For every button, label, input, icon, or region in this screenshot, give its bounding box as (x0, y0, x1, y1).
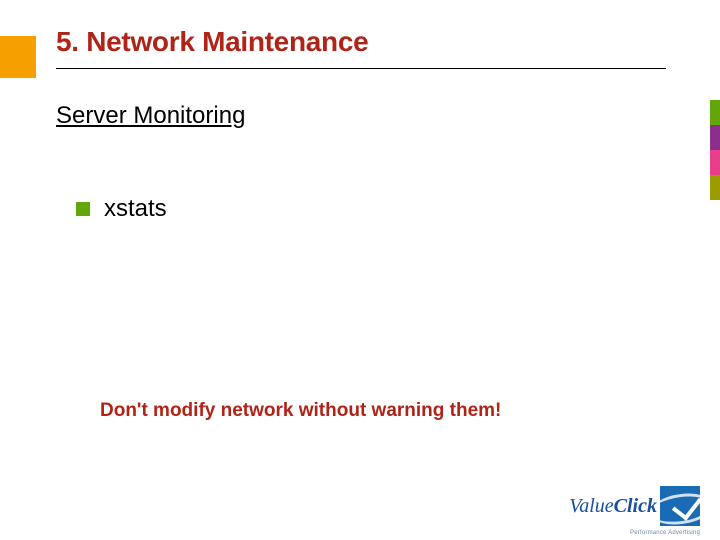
logo-click-text: Click (614, 495, 657, 518)
logo-checkmark-icon (672, 489, 700, 521)
stripe-green (710, 100, 720, 125)
bullet-text: xstats (104, 195, 167, 223)
title-underline (56, 68, 666, 69)
stripe-pink (710, 150, 720, 175)
logo-value-text: Value (569, 495, 613, 518)
slide-title: 5. Network Maintenance (56, 26, 368, 58)
slide-subtitle: Server Monitoring (56, 102, 245, 130)
deco-orange-block (0, 36, 36, 78)
deco-right-stripes (710, 100, 720, 200)
logo-mark-icon (660, 486, 700, 526)
logo: ValueClick (569, 484, 700, 528)
bullet-item: xstats (76, 195, 167, 223)
stripe-olive (710, 175, 720, 200)
bullet-square-icon (76, 202, 90, 216)
logo-wordmark: ValueClick (569, 495, 657, 518)
stripe-purple (710, 125, 720, 150)
warning-text: Don't modify network without warning the… (100, 400, 501, 422)
logo-tagline: Performance Advertising (630, 530, 700, 536)
slide: 5. Network Maintenance Server Monitoring… (0, 0, 720, 540)
